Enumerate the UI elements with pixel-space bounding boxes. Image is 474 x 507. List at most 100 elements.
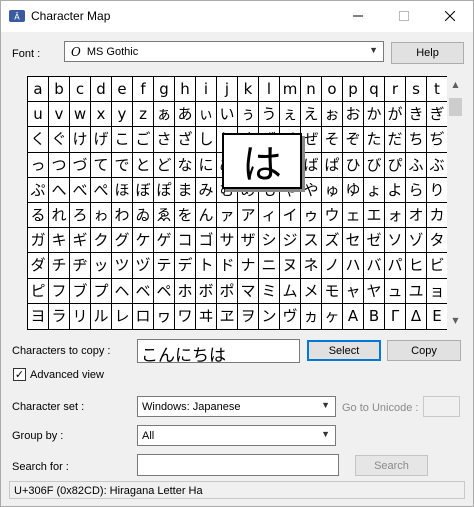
character-cell[interactable]: ド — [217, 253, 238, 279]
character-cell[interactable]: ぞ — [343, 127, 364, 153]
character-cell[interactable]: ん — [196, 203, 217, 229]
character-cell[interactable]: き — [406, 102, 427, 128]
scroll-down-arrow-icon[interactable]: ▼ — [447, 312, 464, 329]
character-cell[interactable]: ど — [154, 152, 175, 178]
advanced-view-label[interactable]: Advanced view — [30, 369, 104, 381]
character-cell[interactable]: ぢ — [427, 127, 447, 153]
character-cell[interactable]: ト — [196, 253, 217, 279]
character-cell[interactable]: セ — [343, 228, 364, 254]
character-cell[interactable]: i — [196, 77, 217, 103]
character-cell[interactable]: ぽ — [154, 177, 175, 203]
character-cell[interactable]: p — [343, 77, 364, 103]
character-cell[interactable]: ナ — [238, 253, 259, 279]
character-cell[interactable]: q — [364, 77, 385, 103]
character-cell[interactable]: っ — [28, 152, 49, 178]
character-cell[interactable]: ぅ — [238, 102, 259, 128]
character-cell[interactable]: ポ — [217, 278, 238, 304]
character-cell[interactable]: ぱ — [322, 152, 343, 178]
character-cell[interactable]: く — [28, 127, 49, 153]
character-cell[interactable]: し — [196, 127, 217, 153]
character-cell[interactable]: ひ — [343, 152, 364, 178]
select-button[interactable]: Select — [307, 340, 381, 361]
character-cell[interactable]: ネ — [301, 253, 322, 279]
character-cell[interactable]: ぼ — [133, 177, 154, 203]
character-cell[interactable]: ソ — [385, 228, 406, 254]
character-cell[interactable]: い — [217, 102, 238, 128]
character-cell[interactable]: バ — [364, 253, 385, 279]
character-cell[interactable]: を — [175, 203, 196, 229]
title-bar[interactable]: Ä Character Map — [1, 1, 473, 31]
character-cell[interactable]: ぇ — [280, 102, 301, 128]
character-cell[interactable]: v — [49, 102, 70, 128]
character-cell[interactable]: ヂ — [70, 253, 91, 279]
character-cell[interactable]: ば — [301, 152, 322, 178]
minimize-button[interactable] — [335, 1, 381, 31]
character-cell[interactable]: ヶ — [322, 303, 343, 329]
search-input[interactable] — [137, 454, 339, 476]
character-cell[interactable]: c — [70, 77, 91, 103]
character-cell[interactable]: z — [133, 102, 154, 128]
character-cell[interactable]: ピ — [28, 278, 49, 304]
character-cell[interactable]: t — [427, 77, 447, 103]
character-cell[interactable]: ァ — [217, 203, 238, 229]
character-cell[interactable]: エ — [364, 203, 385, 229]
advanced-view-checkbox[interactable]: ✓ — [13, 368, 26, 381]
character-cell[interactable]: ろ — [70, 203, 91, 229]
character-cell[interactable]: k — [238, 77, 259, 103]
character-cell[interactable]: レ — [112, 303, 133, 329]
character-cell[interactable]: ユ — [406, 278, 427, 304]
character-cell[interactable]: へ — [49, 177, 70, 203]
character-cell[interactable]: ホ — [175, 278, 196, 304]
character-cell[interactable]: ゾ — [406, 228, 427, 254]
character-cell[interactable]: ヰ — [196, 303, 217, 329]
character-cell[interactable]: ぺ — [91, 177, 112, 203]
character-cell[interactable]: Δ — [406, 303, 427, 329]
character-cell[interactable]: Ε — [427, 304, 447, 329]
character-cell[interactable]: Α — [343, 303, 364, 329]
character-cell[interactable]: と — [133, 152, 154, 178]
character-cell[interactable]: わ — [112, 203, 133, 229]
character-cell[interactable]: ゑ — [154, 203, 175, 229]
character-cell[interactable]: モ — [322, 278, 343, 304]
character-cell[interactable]: y — [112, 102, 133, 128]
character-cell[interactable]: ゥ — [301, 203, 322, 229]
character-cell[interactable]: ヲ — [238, 303, 259, 329]
character-cell[interactable]: ジ — [280, 228, 301, 254]
character-cell[interactable]: ク — [91, 228, 112, 254]
character-cell[interactable]: ム — [280, 278, 301, 304]
character-cell[interactable]: て — [91, 152, 112, 178]
character-cell[interactable]: ゅ — [322, 177, 343, 203]
character-cell[interactable]: キ — [49, 228, 70, 254]
character-cell[interactable]: ラ — [49, 303, 70, 329]
character-cell[interactable]: ま — [175, 177, 196, 203]
character-cell[interactable]: ウ — [322, 203, 343, 229]
character-cell[interactable]: Β — [364, 303, 385, 329]
character-cell[interactable]: ベ — [133, 278, 154, 304]
character-cell[interactable]: ツ — [112, 253, 133, 279]
character-cell[interactable]: あ — [175, 102, 196, 128]
character-cell[interactable]: が — [385, 102, 406, 128]
character-cell[interactable]: タ — [427, 228, 447, 254]
character-cell[interactable]: け — [70, 127, 91, 153]
character-cell[interactable]: ロ — [133, 303, 154, 329]
character-cell[interactable]: ッ — [91, 253, 112, 279]
character-cell[interactable]: コ — [175, 228, 196, 254]
character-cell[interactable]: べ — [70, 177, 91, 203]
character-cell[interactable]: ュ — [385, 278, 406, 304]
character-cell[interactable]: ノ — [322, 253, 343, 279]
character-cell[interactable]: ご — [133, 127, 154, 153]
character-cell[interactable]: た — [364, 127, 385, 153]
character-cell[interactable]: s — [406, 77, 427, 103]
character-cell[interactable]: ぐ — [49, 127, 70, 153]
character-cell[interactable]: j — [217, 77, 238, 103]
character-cell[interactable]: ぁ — [154, 102, 175, 128]
character-cell[interactable]: ザ — [238, 228, 259, 254]
character-cell[interactable]: n — [301, 77, 322, 103]
character-cell[interactable]: イ — [280, 203, 301, 229]
character-cell[interactable]: ぷ — [28, 177, 49, 203]
character-cell[interactable]: r — [385, 77, 406, 103]
character-cell[interactable]: Γ — [385, 303, 406, 329]
character-cell[interactable]: ダ — [28, 253, 49, 279]
character-cell[interactable]: ズ — [322, 228, 343, 254]
character-cell[interactable]: ハ — [343, 253, 364, 279]
